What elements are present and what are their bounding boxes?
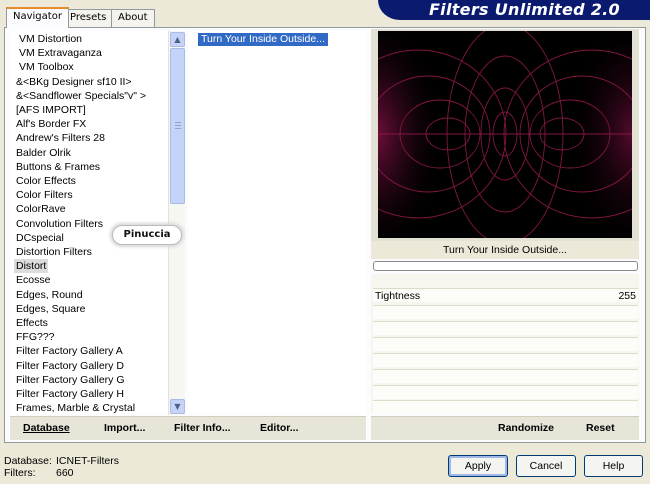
category-item[interactable]: Filter Factory Gallery H [14,387,126,401]
title-banner: Filters Unlimited 2.0 [378,0,650,20]
database-button[interactable]: Database [23,422,70,434]
parameter-slot [373,385,638,399]
help-button[interactable]: Help [584,455,643,477]
cancel-button[interactable]: Cancel [516,455,576,477]
effect-item[interactable]: Turn Your Inside Outside... [198,33,328,46]
parameter-slot [373,337,638,351]
randomize-button[interactable]: Randomize [498,422,554,434]
category-item[interactable]: Edges, Square [14,302,87,316]
category-item[interactable]: &<BKg Designer sf10 II> [14,75,134,89]
category-item[interactable]: VM Extravaganza [17,46,104,60]
tab-navigator[interactable]: Navigator [6,7,69,28]
database-info-value: ICNET-Filters [56,455,119,467]
chevron-down-icon[interactable]: ▼ [170,399,185,414]
parameter-name: Tightness [375,290,421,302]
parameter-slot [373,305,638,319]
category-item[interactable]: Distortion Filters [14,245,94,259]
category-item[interactable]: Buttons & Frames [14,160,102,174]
category-item[interactable]: Distort [14,259,49,274]
editor-button[interactable]: Editor... [260,422,299,434]
category-item[interactable]: VM Toolbox [17,60,76,74]
category-item[interactable]: Balder Olrik [14,146,73,160]
effect-list[interactable]: Turn Your Inside Outside... [188,31,366,415]
app-title: Filters Unlimited 2.0 [428,0,620,19]
category-item[interactable]: Effects [14,316,50,330]
parameter-button-bar: Randomize Reset [371,416,639,440]
parameter-value: 255 [618,290,636,302]
category-item[interactable]: Alf's Border FX [14,117,88,131]
category-item[interactable]: Convolution Filters [14,217,105,231]
parameter-slot [373,369,638,383]
preview-graphic [378,31,632,238]
filters-count-value: 660 [56,467,74,479]
category-item[interactable]: [AFS IMPORT] [14,103,88,117]
watermark: Pinuccia [112,225,182,245]
scroll-thumb[interactable] [170,48,185,204]
category-item[interactable]: Color Effects [14,174,78,188]
category-item[interactable]: FFG??? [14,330,57,344]
category-scrollbar[interactable]: ▲ ▼ [168,31,185,415]
category-item[interactable]: Ecosse [14,273,52,287]
database-info-label: Database: [4,455,52,467]
database-label: Database [23,422,70,434]
chevron-up-icon[interactable]: ▲ [170,32,185,47]
parameter-slot [373,321,638,335]
parameter-slot [373,353,638,367]
category-item[interactable]: VM Distortion [17,32,84,46]
category-item[interactable]: Frames, Marble & Crystal [14,401,137,415]
category-item[interactable]: Filter Factory Gallery G [14,373,127,387]
category-item[interactable]: Filter Factory Gallery D [14,359,126,373]
preview-image [378,31,632,238]
category-item[interactable]: Andrew's Filters 28 [14,131,107,145]
category-item[interactable]: DCspecial [14,231,66,245]
import-button[interactable]: Import... [104,422,145,434]
filter-info-button[interactable]: Filter Info... [174,422,231,434]
reset-button[interactable]: Reset [586,422,615,434]
progress-bar [373,261,638,271]
category-item[interactable]: &<Sandflower Specials"v" > [14,89,148,103]
tab-about[interactable]: About [111,9,155,27]
list-button-bar: Database Import... Filter Info... Editor… [10,416,366,440]
preview-caption: Turn Your Inside Outside... [371,241,639,259]
tab-presets[interactable]: Presets [63,9,114,27]
category-item[interactable]: Filter Factory Gallery A [14,344,125,358]
category-item[interactable]: Color Filters [14,188,75,202]
apply-button[interactable]: Apply [448,455,508,477]
category-item[interactable]: Edges, Round [14,288,85,302]
filters-count-label: Filters: [4,467,36,479]
parameter-slot [373,400,638,414]
category-item[interactable]: ColorRave [14,202,68,216]
category-list[interactable]: VM Distortion VM Extravaganza VM Toolbox &<… [10,31,185,415]
